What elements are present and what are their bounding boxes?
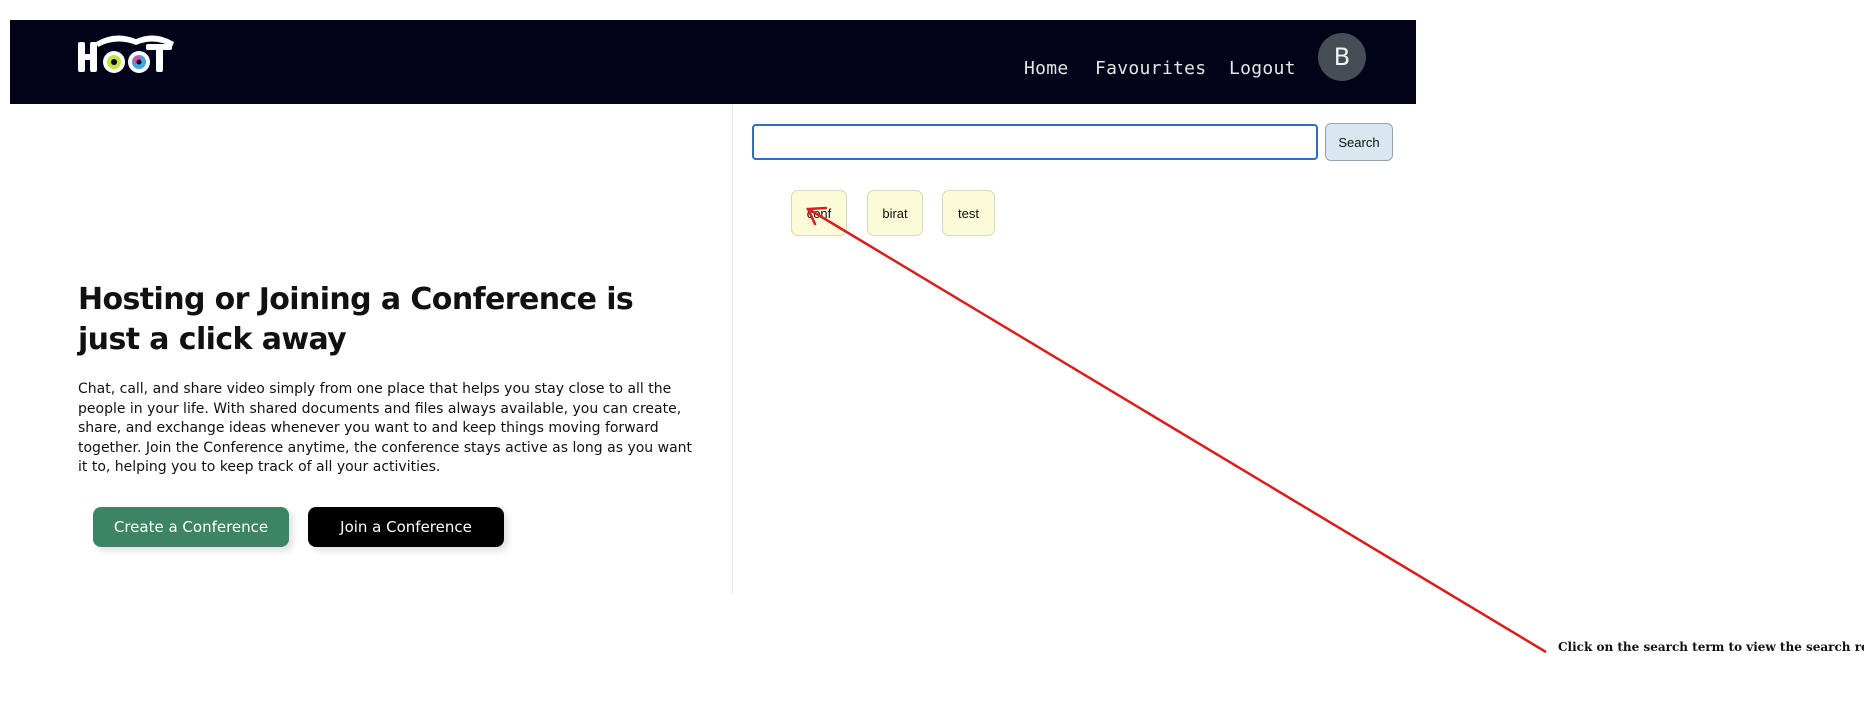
search-button[interactable]: Search	[1325, 123, 1393, 161]
search-input[interactable]	[752, 124, 1318, 160]
annotation-label: Click on the search term to view the sea…	[1558, 640, 1864, 654]
search-term-birat[interactable]: birat	[867, 190, 923, 236]
user-avatar[interactable]: B	[1318, 33, 1366, 81]
hero-description: Chat, call, and share video simply from …	[78, 381, 693, 475]
search-term-conf[interactable]: conf	[791, 190, 847, 236]
hoot-logo[interactable]	[76, 32, 180, 84]
nav-favourites-link[interactable]: Favourites	[1095, 58, 1206, 79]
nav-home-link[interactable]: Home	[1024, 58, 1069, 79]
create-conference-button[interactable]: Create a Conference	[93, 507, 289, 547]
join-conference-button[interactable]: Join a Conference	[308, 507, 504, 547]
search-term-test[interactable]: test	[942, 190, 995, 236]
navbar: Home Favourites Logout B	[10, 20, 1416, 104]
hero-title: Hosting or Joining a Conference is just …	[78, 282, 634, 357]
column-divider	[732, 104, 733, 594]
nav-logout-link[interactable]: Logout	[1229, 58, 1296, 79]
